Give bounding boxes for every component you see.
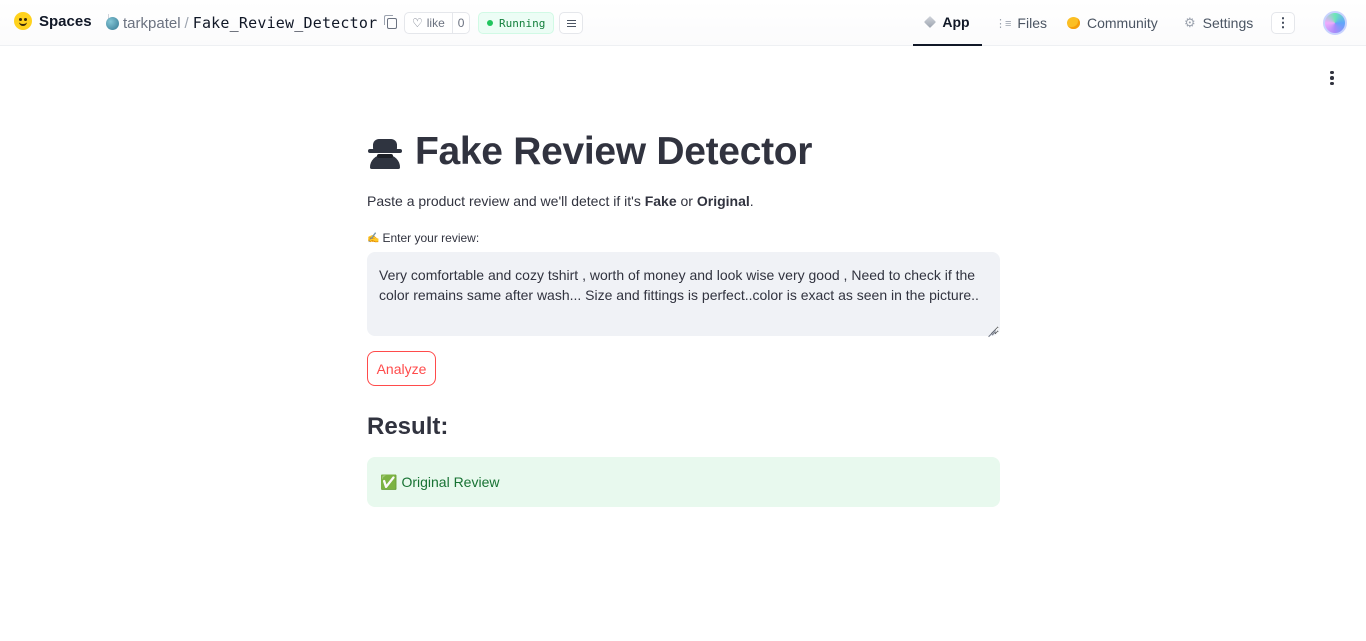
owner-link[interactable]: tarkpatel bbox=[123, 15, 181, 32]
review-label-text: Enter your review: bbox=[382, 231, 480, 245]
result-text: Original Review bbox=[401, 474, 500, 490]
tab-app[interactable]: App bbox=[913, 0, 982, 46]
app-description: Paste a product review and we'll detect … bbox=[367, 193, 754, 209]
user-avatar[interactable] bbox=[1323, 11, 1347, 35]
detective-icon bbox=[367, 135, 403, 169]
like-label: like bbox=[426, 16, 445, 30]
copy-icon[interactable] bbox=[384, 14, 398, 29]
tab-files-label: Files bbox=[1017, 15, 1047, 31]
logs-button[interactable] bbox=[559, 12, 583, 34]
subtitle-fake: Fake bbox=[644, 193, 677, 209]
cube-icon bbox=[924, 15, 937, 29]
kebab-dot bbox=[1330, 76, 1334, 80]
title-row: Fake Review Detector bbox=[367, 130, 812, 174]
tab-app-label: App bbox=[942, 14, 970, 30]
repo-name-link[interactable]: Fake_Review_Detector bbox=[193, 14, 378, 32]
brand-name: Spaces bbox=[39, 12, 92, 30]
tab-files[interactable]: ⋮≡ Files bbox=[995, 0, 1047, 46]
community-icon bbox=[1067, 17, 1080, 29]
tab-settings[interactable]: ⚙ Settings bbox=[1184, 0, 1253, 46]
more-vertical-icon: ⋮ bbox=[1276, 15, 1290, 30]
app-main-menu-button[interactable] bbox=[1322, 68, 1342, 88]
breadcrumb-separator: / bbox=[184, 14, 189, 32]
top-header: Spaces tarkpatel / Fake_Review_Detector … bbox=[0, 0, 1366, 46]
status-badge[interactable]: Running bbox=[478, 12, 555, 34]
subtitle-prefix: Paste a product review and we'll detect … bbox=[367, 193, 645, 209]
like-count: 0 bbox=[451, 13, 470, 33]
review-label: ✍ Enter your review: bbox=[367, 231, 479, 245]
tab-community[interactable]: Community bbox=[1067, 0, 1158, 46]
check-mark-icon: ✅ bbox=[380, 473, 398, 490]
kebab-dot bbox=[1330, 81, 1334, 86]
tab-settings-label: Settings bbox=[1202, 15, 1254, 31]
logs-icon bbox=[566, 19, 576, 27]
hugging-face-logo-icon bbox=[14, 12, 32, 30]
review-input[interactable]: Very comfortable and cozy tshirt , worth… bbox=[367, 252, 1000, 336]
writing-hand-icon: ✍ bbox=[367, 232, 380, 244]
page-title: Fake Review Detector bbox=[415, 130, 813, 173]
result-alert: ✅ Original Review bbox=[367, 457, 1000, 507]
result-heading: Result: bbox=[367, 413, 449, 440]
analyze-button[interactable]: Analyze bbox=[367, 351, 436, 386]
more-options-button[interactable]: ⋮ bbox=[1271, 12, 1295, 34]
gear-icon: ⚙ bbox=[1184, 15, 1196, 30]
breadcrumb: tarkpatel / Fake_Review_Detector bbox=[106, 14, 398, 32]
subtitle-or: or bbox=[676, 193, 697, 209]
files-icon: ⋮≡ bbox=[995, 17, 1011, 30]
subtitle-end: . bbox=[749, 193, 754, 209]
kebab-dot bbox=[1330, 70, 1334, 75]
status-label: Running bbox=[499, 16, 546, 30]
owner-avatar-icon bbox=[106, 16, 119, 30]
heart-icon: ♡ bbox=[412, 16, 423, 30]
like-button[interactable]: ♡ like 0 bbox=[404, 12, 471, 34]
spaces-brand-link[interactable]: Spaces bbox=[14, 12, 109, 30]
running-dot-icon bbox=[487, 20, 493, 26]
subtitle-original: Original bbox=[696, 193, 750, 209]
tab-community-label: Community bbox=[1087, 15, 1158, 31]
